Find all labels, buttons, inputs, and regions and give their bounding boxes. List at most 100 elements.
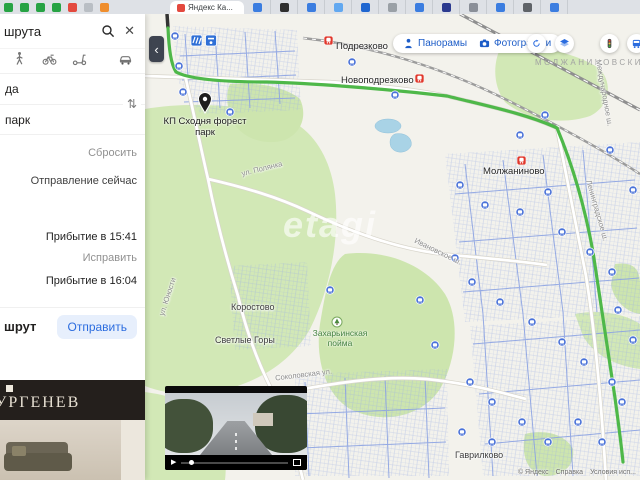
video-progress-knob[interactable] (189, 459, 195, 465)
transit-stop-icon[interactable] (527, 317, 537, 327)
transit-stop-icon[interactable] (415, 295, 425, 305)
close-button[interactable]: ✕ (124, 24, 135, 38)
mode-bike-tab[interactable] (42, 51, 57, 71)
transit-stop-icon[interactable] (613, 305, 623, 315)
mode-car-tab[interactable] (118, 51, 133, 71)
collapse-panel-button[interactable]: ‹ (149, 36, 164, 62)
transit-stop-icon[interactable] (557, 227, 567, 237)
transit-stop-icon[interactable] (480, 200, 490, 210)
browser-tab[interactable] (244, 0, 271, 14)
browser-tab[interactable] (541, 0, 568, 14)
transit-stop-icon[interactable] (430, 340, 440, 350)
transit-stop-icon[interactable] (628, 185, 638, 195)
transit-stop-icon[interactable] (457, 427, 467, 437)
video-frame[interactable] (165, 393, 307, 455)
pinned-tab[interactable] (0, 0, 16, 14)
transit-stop-icon[interactable] (607, 377, 617, 387)
ad-banner[interactable]: УРГЕНЕВ (0, 380, 145, 480)
map-label-korostovo[interactable]: Коростово (231, 302, 274, 312)
browser-tab[interactable] (487, 0, 514, 14)
transit-stop-icon[interactable] (487, 437, 497, 447)
browser-tab[interactable] (298, 0, 325, 14)
transit-stop-icon[interactable] (517, 417, 527, 427)
transit-stop-icon[interactable] (585, 247, 595, 257)
browser-tab[interactable] (271, 0, 298, 14)
traffic-button[interactable] (600, 34, 619, 53)
transit-stop-icon[interactable] (487, 397, 497, 407)
refresh-map-button[interactable] (527, 34, 546, 53)
transit-stop-icon[interactable] (467, 277, 477, 287)
map-label-svetlye-gory[interactable]: Светлые Горы (215, 335, 275, 345)
nature-poi-icon[interactable] (331, 316, 343, 328)
transit-stop-icon[interactable] (543, 437, 553, 447)
transit-stop-icon[interactable] (543, 187, 553, 197)
terms-link[interactable]: Условия исп... (590, 469, 636, 476)
railway-station-icon[interactable] (324, 36, 333, 45)
transit-layer-button[interactable] (627, 34, 640, 53)
transit-stop-icon[interactable] (495, 297, 505, 307)
browser-tab[interactable] (379, 0, 406, 14)
transit-stop-icon[interactable] (628, 335, 638, 345)
transit-stop-icon[interactable] (347, 57, 357, 67)
browser-tab[interactable] (460, 0, 487, 14)
swap-waypoints-button[interactable]: ⇅ (123, 95, 141, 113)
transit-stop-icon[interactable] (225, 107, 235, 117)
video-player[interactable]: ▶ (165, 386, 307, 470)
transit-stop-icon[interactable] (515, 130, 525, 140)
pinned-tab[interactable] (32, 0, 48, 14)
railway-station-icon[interactable] (415, 74, 424, 83)
fix-route-link[interactable]: Исправить (0, 252, 145, 264)
video-progress-bar[interactable] (181, 459, 288, 465)
bus-stop-sign-icon[interactable] (205, 34, 217, 47)
fullscreen-button[interactable] (293, 459, 301, 466)
pinned-tab[interactable] (80, 0, 96, 14)
map-label-kp-skhodnya[interactable]: КП Сходня форест парк (150, 116, 260, 138)
help-link[interactable]: Справка (556, 469, 583, 476)
route-option-a-arrival[interactable]: Прибытие в 15:41 (0, 231, 145, 243)
send-route-button[interactable]: Отправить (57, 314, 137, 339)
transit-stop-icon[interactable] (325, 285, 335, 295)
transit-stop-icon[interactable] (465, 377, 475, 387)
departure-time-selector[interactable]: Отправление сейчас (0, 175, 145, 187)
pinned-tab[interactable] (16, 0, 32, 14)
transit-stop-icon[interactable] (540, 110, 550, 120)
layers-button[interactable] (555, 34, 574, 53)
pinned-tab[interactable] (48, 0, 64, 14)
active-tab-yandex-maps[interactable]: Яндекс Ка... (170, 1, 244, 14)
railway-station-icon[interactable] (517, 156, 526, 165)
transit-stop-icon[interactable] (174, 61, 184, 71)
mode-walk-tab[interactable] (12, 51, 27, 71)
transit-stop-icon[interactable] (178, 87, 188, 97)
map-label-novopodrezkovo[interactable]: Новоподрезково (341, 75, 414, 86)
transit-stop-icon[interactable] (455, 180, 465, 190)
browser-tab[interactable] (406, 0, 433, 14)
transit-stop-icon[interactable] (170, 31, 180, 41)
transit-stop-icon[interactable] (579, 357, 589, 367)
map-label-gavrilkovo[interactable]: Гаврилково (455, 450, 503, 460)
transit-stop-icon[interactable] (557, 337, 567, 347)
browser-tab[interactable] (433, 0, 460, 14)
car-icon (119, 56, 132, 65)
search-button[interactable] (101, 24, 115, 38)
panoramas-button[interactable]: Панорамы (403, 38, 467, 49)
map-label-podrezkovo[interactable]: Подрезково (336, 41, 388, 52)
transit-stop-icon[interactable] (573, 417, 583, 427)
map-label-molzhaninovo[interactable]: Молжаниново (483, 166, 545, 177)
play-button[interactable]: ▶ (171, 455, 176, 470)
browser-tab[interactable] (325, 0, 352, 14)
pinned-tab[interactable] (96, 0, 112, 14)
crosswalk-icon[interactable] (190, 34, 203, 47)
transit-stop-icon[interactable] (515, 207, 525, 217)
reset-link[interactable]: Сбросить (0, 147, 145, 159)
mode-scooter-tab[interactable] (72, 51, 87, 71)
transit-stop-icon[interactable] (617, 397, 627, 407)
transit-stop-icon[interactable] (597, 437, 607, 447)
pinned-tab[interactable] (64, 0, 80, 14)
transit-stop-icon[interactable] (605, 145, 615, 155)
transit-stop-icon[interactable] (607, 267, 617, 277)
browser-tab[interactable] (514, 0, 541, 14)
transit-stop-icon[interactable] (390, 90, 400, 100)
map-label-zakharinskaya[interactable]: Захарьинская пойма (302, 328, 378, 348)
route-option-b-arrival[interactable]: Прибытие в 16:04 (0, 275, 145, 287)
browser-tab[interactable] (352, 0, 379, 14)
